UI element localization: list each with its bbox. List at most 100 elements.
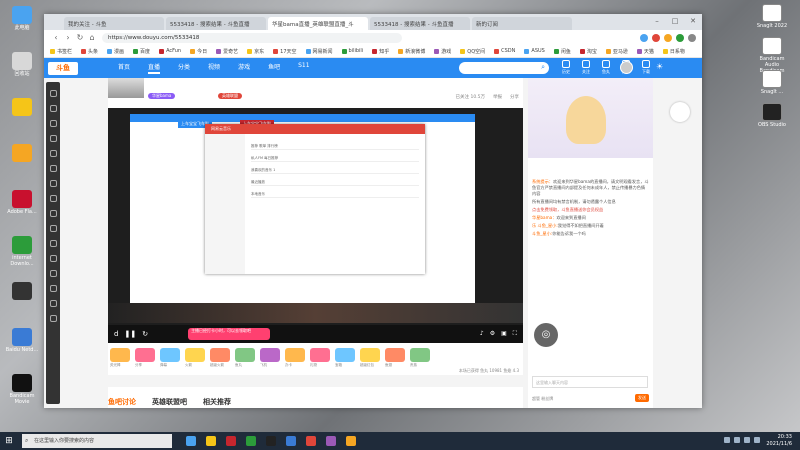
toolbar-icon[interactable] (49, 240, 57, 247)
toolbar-icon[interactable] (49, 210, 57, 217)
app-icon[interactable] (346, 436, 356, 446)
desktop-icon[interactable] (4, 98, 40, 117)
settings-icon[interactable]: ⚙ (490, 330, 495, 338)
gift-item[interactable] (260, 348, 280, 362)
app-icon[interactable] (246, 436, 256, 446)
user-avatar[interactable] (620, 61, 633, 74)
promo-banner[interactable]: 主播已经打卡小时，可以去领取吧 (188, 328, 271, 340)
bookmark-item[interactable]: CSDN (494, 48, 515, 54)
bookmark-item[interactable]: 淘宝 (579, 48, 597, 55)
video-player[interactable]: 上车宝宝飞车啦 上车宝宝飞车啦 网易云音乐 推荐 歌单 排行榜私人FM 每日推荐… (108, 108, 523, 343)
event-badge[interactable] (670, 102, 690, 122)
app-icon[interactable] (186, 436, 196, 446)
toolbar-icon[interactable] (49, 225, 57, 232)
header-icon[interactable]: 历史 (559, 60, 573, 75)
gift-item[interactable] (160, 348, 180, 362)
desktop-icon[interactable]: internet Downlo... (4, 236, 40, 267)
bookmark-item[interactable]: ASUS (524, 48, 545, 54)
report-link[interactable]: 举报 (493, 94, 502, 100)
desktop-icon[interactable]: SnagIt 2022 (752, 4, 792, 29)
fullscreen-icon[interactable]: ⛶ (513, 330, 517, 338)
back-icon[interactable]: ‹ (50, 33, 62, 42)
site-nav-item[interactable]: 鱼吧 (268, 62, 280, 74)
desktop-icon[interactable]: Adobe Fla... (4, 190, 40, 215)
gift-item[interactable] (135, 348, 155, 362)
site-nav-item[interactable]: 直播 (148, 62, 161, 74)
desktop-icon[interactable]: Baidu Netd... (4, 328, 40, 353)
toolbar-icon[interactable] (49, 180, 57, 187)
toolbar-icon[interactable] (49, 285, 57, 292)
gift-item[interactable] (360, 348, 380, 362)
gift-item[interactable] (210, 348, 230, 362)
desktop-icon[interactable]: SnagIt ... (752, 70, 792, 95)
search-icon[interactable]: ⌕ (541, 63, 545, 72)
site-nav-item[interactable]: 分类 (178, 62, 190, 74)
clock[interactable]: 20:33 2021/11/6 (766, 434, 792, 448)
room-tab[interactable]: 鱼吧讨论 (108, 397, 136, 407)
tray-icon[interactable] (754, 437, 760, 443)
browser-tab[interactable]: 新的订阅 (472, 17, 572, 30)
follow-count[interactable]: 已关注 10.5万 (456, 94, 485, 100)
gift-item[interactable] (235, 348, 255, 362)
volume-icon[interactable]: ♪ (480, 330, 484, 338)
extension-icon[interactable] (664, 33, 672, 42)
browser-tab[interactable]: 5533418 - 搜索结果 - 斗鱼直播 (166, 17, 266, 30)
url-input[interactable]: https://www.douyu.com/5533418 (102, 32, 402, 43)
bookmark-item[interactable]: 百度 (133, 48, 150, 55)
camera-icon[interactable]: ◎ (534, 323, 558, 347)
site-nav-item[interactable]: S11 (298, 62, 309, 74)
toolbar-icon[interactable] (49, 105, 57, 112)
site-nav-item[interactable]: 视频 (208, 62, 220, 74)
app-icon[interactable] (326, 436, 336, 446)
room-tag[interactable]: 英雄联盟 (218, 93, 242, 99)
share-link[interactable]: 分享 (510, 94, 519, 100)
gift-item[interactable] (310, 348, 330, 362)
app-icon[interactable] (206, 436, 216, 446)
desktop-icon[interactable]: Bandicam Movie (4, 374, 40, 405)
bookmark-item[interactable]: 网易新闻 (305, 48, 333, 55)
chat-user[interactable]: 斗鱼_星小: (532, 231, 552, 236)
anchor-avatar[interactable] (108, 78, 144, 98)
bookmark-item[interactable]: 游戏 (434, 48, 451, 55)
send-button[interactable]: 发送 (635, 394, 649, 402)
desktop-icon[interactable] (4, 282, 40, 301)
bookmark-item[interactable]: 亚马逊 (605, 48, 628, 55)
extension-icon[interactable] (652, 33, 660, 42)
header-icon[interactable]: 鱼丸 (599, 60, 613, 75)
room-tab[interactable]: 英雄联盟吧 (152, 397, 187, 407)
bookmark-item[interactable]: bilibili (341, 48, 363, 54)
site-nav-item[interactable]: 游戏 (238, 62, 250, 74)
bookmark-item[interactable]: 头条 (81, 48, 98, 55)
toolbar-icon[interactable] (49, 135, 57, 142)
refresh-icon[interactable]: ↻ (74, 33, 86, 42)
app-icon[interactable] (286, 436, 296, 446)
desktop-icon[interactable] (4, 144, 40, 163)
bookmark-item[interactable]: 京东 (247, 48, 264, 55)
desktop-icon[interactable]: 此电脑 (4, 6, 40, 31)
gift-item[interactable] (410, 348, 430, 362)
theme-toggle-icon[interactable]: ☀ (656, 62, 663, 71)
bookmark-item[interactable]: 书签栏 (50, 48, 72, 55)
tray-icon[interactable] (734, 437, 740, 443)
extension-icon[interactable] (676, 33, 684, 42)
bookmark-item[interactable]: 17天空 (273, 48, 297, 55)
room-tag[interactable]: 华星bama (148, 93, 176, 99)
desktop-icon[interactable]: 回收站 (4, 52, 40, 77)
browser-tab[interactable]: 华星bama直播_英雄联盟直播_斗 (268, 17, 368, 30)
bookmark-item[interactable]: 新浪微博 (398, 48, 425, 55)
menu-icon[interactable] (688, 33, 696, 42)
taskbar-search-input[interactable]: ⌕ 在这里输入你要搜索的内容 (22, 434, 172, 448)
app-icon[interactable] (226, 436, 236, 446)
bookmark-item[interactable]: 闲鱼 (553, 48, 571, 55)
toolbar-icon[interactable] (49, 315, 57, 322)
chat-user[interactable]: 华星bama： (532, 215, 556, 220)
chat-bottom-links[interactable]: 超管 粉丝牌 (532, 396, 553, 402)
browser-tab[interactable]: 我的关注 - 斗鱼 (64, 17, 164, 30)
chat-user[interactable]: 乐 斗鱼_星小: (532, 223, 558, 228)
chat-user[interactable]: 系统提示： (532, 179, 553, 184)
desktop-icon[interactable]: OBS Studio (752, 103, 792, 128)
bookmark-item[interactable]: 漫画 (107, 48, 124, 55)
toolbar-icon[interactable] (49, 195, 57, 202)
bookmark-item[interactable]: AcFun (159, 48, 181, 54)
chat-input[interactable]: 这里输入聊天内容 (532, 376, 648, 388)
